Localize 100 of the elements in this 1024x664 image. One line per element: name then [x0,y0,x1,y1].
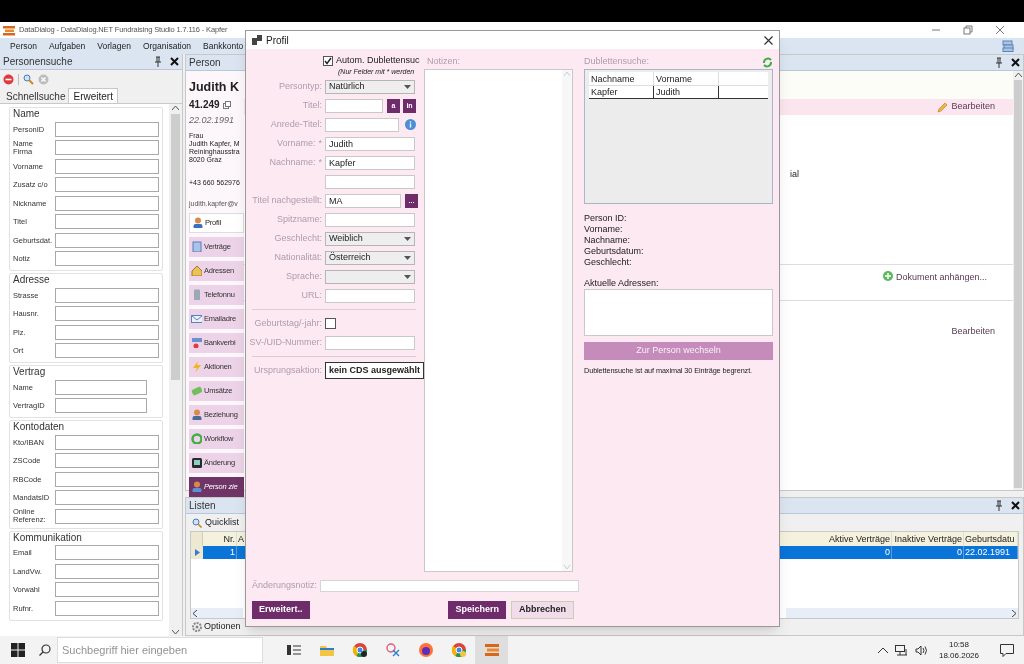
input-field[interactable] [325,98,383,113]
volume-icon[interactable] [914,644,928,656]
input-field[interactable] [320,580,580,592]
remove-icon[interactable] [3,73,14,85]
network-icon[interactable] [894,644,908,656]
input-field[interactable] [55,453,159,469]
tab[interactable]: Quicklist [205,516,239,530]
close-icon[interactable] [1011,58,1020,67]
clear-icon[interactable] [38,73,49,85]
search-icon[interactable] [23,73,34,85]
nav-icon [191,313,202,324]
input-field[interactable] [55,563,159,579]
input-field[interactable] [55,398,147,414]
table-cell: 22.02.1991 [964,546,1018,559]
pin-icon[interactable] [154,56,162,67]
input-field[interactable] [55,508,159,524]
dialog-button[interactable]: Abbrechen [511,601,574,619]
input-field[interactable] [325,212,415,227]
scrollbar[interactable] [1013,71,1023,490]
column-header[interactable]: Vorname [654,72,719,85]
dropdown[interactable] [325,269,415,284]
input-field[interactable]: Kapfer [325,155,415,170]
input-field[interactable] [55,232,159,248]
pin-icon[interactable] [995,57,1003,68]
input-field[interactable] [55,379,147,395]
input-field[interactable] [55,434,159,450]
input-field[interactable] [325,117,399,132]
edit-link[interactable]: Bearbeiten [951,100,995,114]
input-field[interactable]: Judith [325,136,415,151]
input-field[interactable] [55,214,159,230]
refresh-icon[interactable] [762,56,773,68]
menu-item[interactable]: Vorlagen [97,39,131,53]
app-icon [483,642,500,658]
input-field[interactable] [55,251,159,267]
tab[interactable]: Erweitert [68,88,118,103]
chevron-up-icon[interactable] [877,647,888,653]
tab[interactable]: Schnellsuche [3,90,69,103]
dropdown[interactable]: Österreich [325,250,415,265]
notification-icon[interactable] [1000,643,1014,657]
input-field[interactable] [55,490,159,506]
close-icon[interactable] [1011,501,1020,510]
edit-link[interactable]: Bearbeiten [951,325,995,339]
notes-field[interactable] [424,69,573,572]
input-field[interactable] [325,335,415,350]
start-icon[interactable] [11,643,25,657]
dropdown[interactable]: Natürlich [325,79,415,94]
input-field[interactable] [55,343,159,359]
input-field[interactable] [55,471,159,487]
addresses-field[interactable] [584,289,773,336]
nav-icon [191,289,202,300]
scrollbar[interactable] [786,608,1018,618]
scrollbar[interactable] [169,104,182,636]
search-field[interactable]: Suchbegriff hier eingeben [57,637,263,663]
windows-icon[interactable] [1002,40,1014,52]
input-field[interactable] [55,121,159,137]
pin-icon[interactable] [995,500,1003,511]
input-field[interactable] [55,600,159,616]
field-label: Sprache: [285,269,322,283]
input-field[interactable] [55,545,159,561]
column-header[interactable]: Nachname [589,72,654,85]
checkbox-label: Autom. Dublettensuc [336,54,420,68]
checkbox[interactable] [323,56,333,66]
scroll-up-icon [172,106,179,110]
dropdown[interactable]: Weiblich [325,231,415,246]
input-field[interactable] [325,288,415,303]
detail-label: Geschlecht: [584,257,633,268]
input-field[interactable] [55,306,159,322]
input-field[interactable] [325,174,415,189]
group-title: Adresse [13,274,51,286]
field-label: Ursprungsaktion: [253,363,322,377]
clock[interactable]: 10:58 18.06.2026 [934,639,983,661]
group-title: Kommunikation [13,531,83,544]
menu-item[interactable]: Bankkonto [203,39,244,53]
dialog-button[interactable]: Speichern [448,601,506,619]
pencil-icon [937,101,949,113]
dialog-button[interactable]: Erweitert.. [252,601,310,619]
table-cell: 1 [203,546,237,559]
menu-item[interactable]: Organisation [142,39,192,53]
action-button[interactable]: kein CDS ausgewählt [325,362,425,379]
menu-item[interactable]: Person [10,39,37,53]
field-label: SV-/UID-Nummer: [249,335,322,349]
field-label: Titel: [302,98,322,112]
notes-label: Notizen: [426,55,462,68]
input-field[interactable] [55,140,159,156]
detail-label: Geburtsdatum: [584,246,645,257]
checkbox[interactable] [325,318,336,329]
options-button[interactable]: Optionen [204,620,241,634]
input-field[interactable] [55,324,159,340]
input-field[interactable] [55,195,159,211]
input-field[interactable] [55,177,159,193]
input-field[interactable] [55,287,159,303]
scrollbar[interactable] [191,608,243,618]
input-field[interactable]: MA [325,193,401,208]
close-icon[interactable] [170,57,179,66]
menu-item[interactable]: Aufgaben [48,39,86,53]
close-icon[interactable] [764,35,773,45]
input-field[interactable] [55,158,159,174]
attach-link[interactable]: Dokument anhängen... [895,271,987,285]
restore-icon[interactable] [963,25,973,35]
input-field[interactable] [55,582,159,598]
